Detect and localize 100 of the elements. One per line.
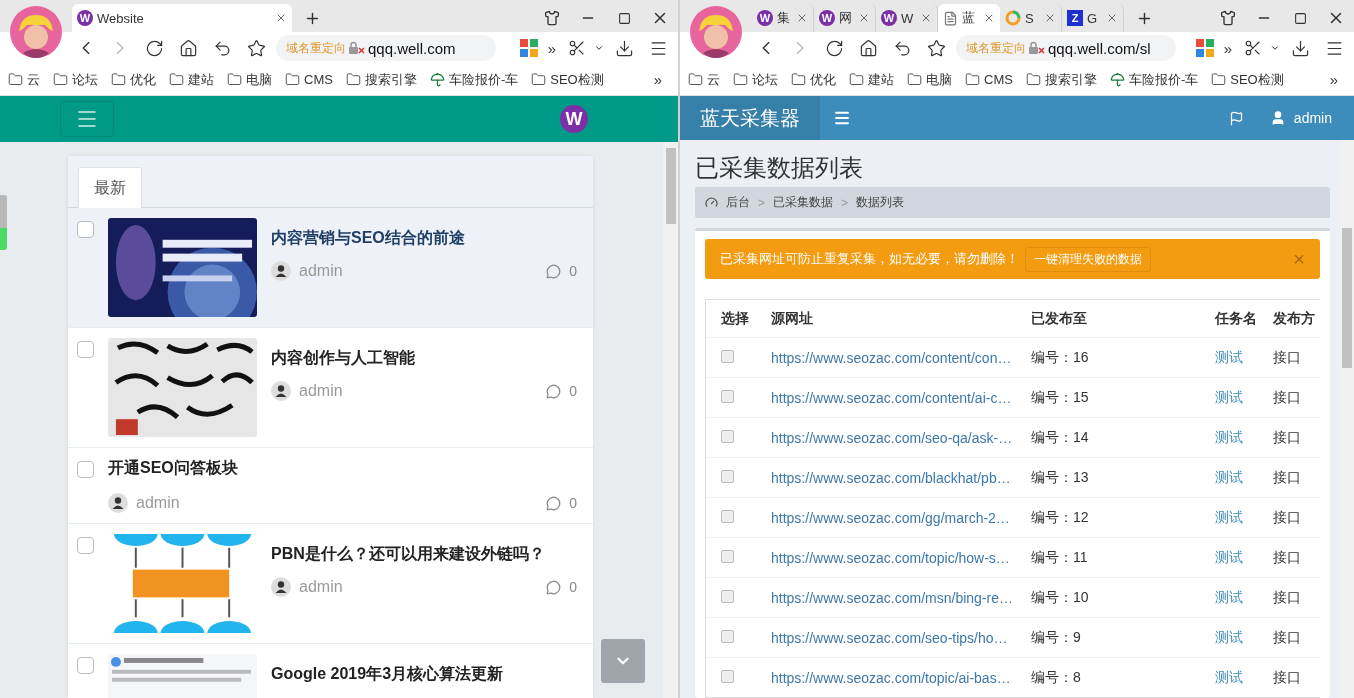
row-checkbox[interactable] bbox=[721, 469, 734, 483]
bookmark-item[interactable]: 论坛 bbox=[53, 70, 98, 89]
scrollbar[interactable] bbox=[1340, 140, 1354, 698]
menu-button[interactable] bbox=[60, 101, 114, 137]
maximize-icon[interactable] bbox=[617, 11, 631, 25]
bookmark-star-icon[interactable] bbox=[246, 38, 266, 58]
close-tab-icon[interactable] bbox=[796, 12, 808, 24]
bookmark-item[interactable]: 车险报价-车 bbox=[1109, 70, 1199, 89]
post-row[interactable]: PBN是什么？还可以用来建设外链吗？ admin 0 bbox=[68, 524, 593, 644]
bookmark-item[interactable]: 电脑 bbox=[227, 70, 272, 89]
close-tab-icon[interactable] bbox=[858, 12, 870, 24]
bookmark-item[interactable]: 建站 bbox=[849, 70, 894, 89]
task-link[interactable]: 测试 bbox=[1215, 508, 1273, 527]
post-row[interactable]: Google 2019年3月核心算法更新 bbox=[68, 644, 593, 698]
post-title[interactable]: Google 2019年3月核心算法更新 bbox=[271, 664, 577, 685]
task-link[interactable]: 测试 bbox=[1215, 588, 1273, 607]
task-link[interactable]: 测试 bbox=[1215, 668, 1273, 687]
source-url-link[interactable]: https://www.seozac.com/seo-qa/ask-… bbox=[771, 429, 1031, 446]
post-title[interactable]: 开通SEO问答板块 bbox=[108, 458, 577, 479]
scrollbar[interactable] bbox=[663, 142, 678, 698]
row-checkbox[interactable] bbox=[721, 509, 734, 523]
close-tab-icon[interactable] bbox=[1106, 12, 1118, 24]
bookmark-star-icon[interactable] bbox=[926, 38, 946, 58]
close-tab-icon[interactable] bbox=[1044, 12, 1056, 24]
breadcrumb-link[interactable]: 数据列表 bbox=[856, 194, 905, 211]
task-link[interactable]: 测试 bbox=[1215, 548, 1273, 567]
breadcrumb-link[interactable]: 已采集数据 bbox=[773, 194, 833, 211]
apps-grid-icon[interactable] bbox=[1195, 39, 1214, 57]
source-url-link[interactable]: https://www.seozac.com/content/ai-c… bbox=[771, 389, 1031, 406]
home-icon[interactable] bbox=[858, 38, 878, 58]
address-bar[interactable]: 域名重定向 qqq.well.com bbox=[276, 35, 496, 61]
row-checkbox[interactable] bbox=[721, 589, 734, 603]
bookmark-item[interactable]: 车险报价-车 bbox=[429, 70, 519, 89]
row-checkbox[interactable] bbox=[721, 349, 734, 363]
bookmark-item[interactable]: 优化 bbox=[791, 70, 836, 89]
more-bookmarks-button[interactable]: » bbox=[1325, 71, 1342, 88]
app-brand[interactable]: 蓝天采集器 bbox=[680, 96, 820, 140]
site-logo[interactable]: W bbox=[560, 105, 588, 133]
close-tab-icon[interactable] bbox=[983, 12, 995, 24]
close-tab-icon[interactable] bbox=[275, 12, 287, 24]
post-row[interactable]: 开通SEO问答板块 admin 0 bbox=[68, 448, 593, 524]
more-tools-button[interactable]: » bbox=[543, 39, 560, 57]
flag-icon[interactable] bbox=[1228, 110, 1244, 126]
bookmark-item[interactable]: 搜索引擎 bbox=[1025, 70, 1097, 89]
breadcrumb-link[interactable]: 后台 bbox=[726, 194, 750, 211]
user-name[interactable]: admin bbox=[1293, 110, 1332, 126]
post-title[interactable]: 内容营销与SEO结合的前途 bbox=[271, 228, 577, 249]
row-checkbox[interactable] bbox=[721, 429, 734, 443]
bookmark-item[interactable]: 优化 bbox=[111, 70, 156, 89]
post-checkbox[interactable] bbox=[77, 221, 94, 238]
address-bar[interactable]: 域名重定向 qqq.well.com/sl bbox=[956, 35, 1176, 61]
apps-grid-icon[interactable] bbox=[519, 39, 538, 57]
source-url-link[interactable]: https://www.seozac.com/topic/how-s… bbox=[771, 549, 1031, 566]
profile-avatar[interactable] bbox=[689, 5, 743, 59]
post-row[interactable]: 内容营销与SEO结合的前途 admin 0 bbox=[68, 208, 593, 328]
bookmark-item[interactable]: CMS bbox=[965, 72, 1013, 87]
bookmark-item[interactable]: 论坛 bbox=[733, 70, 778, 89]
reload-icon[interactable] bbox=[824, 38, 844, 58]
skin-icon[interactable] bbox=[544, 10, 560, 26]
profile-avatar[interactable] bbox=[9, 5, 63, 59]
post-checkbox[interactable] bbox=[77, 341, 94, 358]
maximize-icon[interactable] bbox=[1293, 11, 1307, 25]
source-url-link[interactable]: https://www.seozac.com/topic/ai-bas… bbox=[771, 669, 1031, 686]
bookmark-item[interactable]: 建站 bbox=[169, 70, 214, 89]
caret-icon[interactable] bbox=[594, 43, 604, 53]
post-checkbox[interactable] bbox=[77, 537, 94, 554]
bookmark-item[interactable]: SEO检测 bbox=[531, 70, 604, 89]
more-tools-button[interactable]: » bbox=[1219, 39, 1236, 57]
post-title[interactable]: PBN是什么？还可以用来建设外链吗？ bbox=[271, 544, 577, 565]
download-icon[interactable] bbox=[614, 38, 634, 58]
browser-tab[interactable]: 蓝 bbox=[938, 4, 1000, 32]
bookmark-item[interactable]: 云 bbox=[8, 70, 40, 89]
download-icon[interactable] bbox=[1290, 38, 1310, 58]
source-url-link[interactable]: https://www.seozac.com/content/con… bbox=[771, 349, 1031, 366]
bookmark-item[interactable]: 电脑 bbox=[907, 70, 952, 89]
caret-icon[interactable] bbox=[1270, 43, 1280, 53]
post-checkbox[interactable] bbox=[77, 461, 94, 478]
skin-icon[interactable] bbox=[1220, 10, 1236, 26]
row-checkbox[interactable] bbox=[721, 669, 734, 683]
more-bookmarks-button[interactable]: » bbox=[649, 71, 666, 88]
source-url-link[interactable]: https://www.seozac.com/msn/bing-re… bbox=[771, 589, 1031, 606]
bookmark-item[interactable]: 云 bbox=[688, 70, 720, 89]
task-link[interactable]: 测试 bbox=[1215, 468, 1273, 487]
row-checkbox[interactable] bbox=[721, 629, 734, 643]
bookmark-item[interactable]: 搜索引擎 bbox=[345, 70, 417, 89]
task-link[interactable]: 测试 bbox=[1215, 388, 1273, 407]
task-link[interactable]: 测试 bbox=[1215, 428, 1273, 447]
bookmark-item[interactable]: SEO检测 bbox=[1211, 70, 1284, 89]
source-url-link[interactable]: https://www.seozac.com/seo-tips/ho… bbox=[771, 629, 1031, 646]
list-tab[interactable]: 最新 bbox=[78, 167, 142, 208]
source-url-link[interactable]: https://www.seozac.com/gg/march-2… bbox=[771, 509, 1031, 526]
reload-icon[interactable] bbox=[144, 38, 164, 58]
side-handle[interactable] bbox=[0, 195, 7, 250]
post-row[interactable]: 内容创作与人工智能 admin 0 bbox=[68, 328, 593, 448]
row-checkbox[interactable] bbox=[721, 549, 734, 563]
task-link[interactable]: 测试 bbox=[1215, 628, 1273, 647]
home-icon[interactable] bbox=[178, 38, 198, 58]
browser-tab[interactable]: W Website bbox=[72, 4, 292, 32]
post-title[interactable]: 内容创作与人工智能 bbox=[271, 348, 577, 369]
scissors-icon[interactable] bbox=[568, 39, 586, 57]
